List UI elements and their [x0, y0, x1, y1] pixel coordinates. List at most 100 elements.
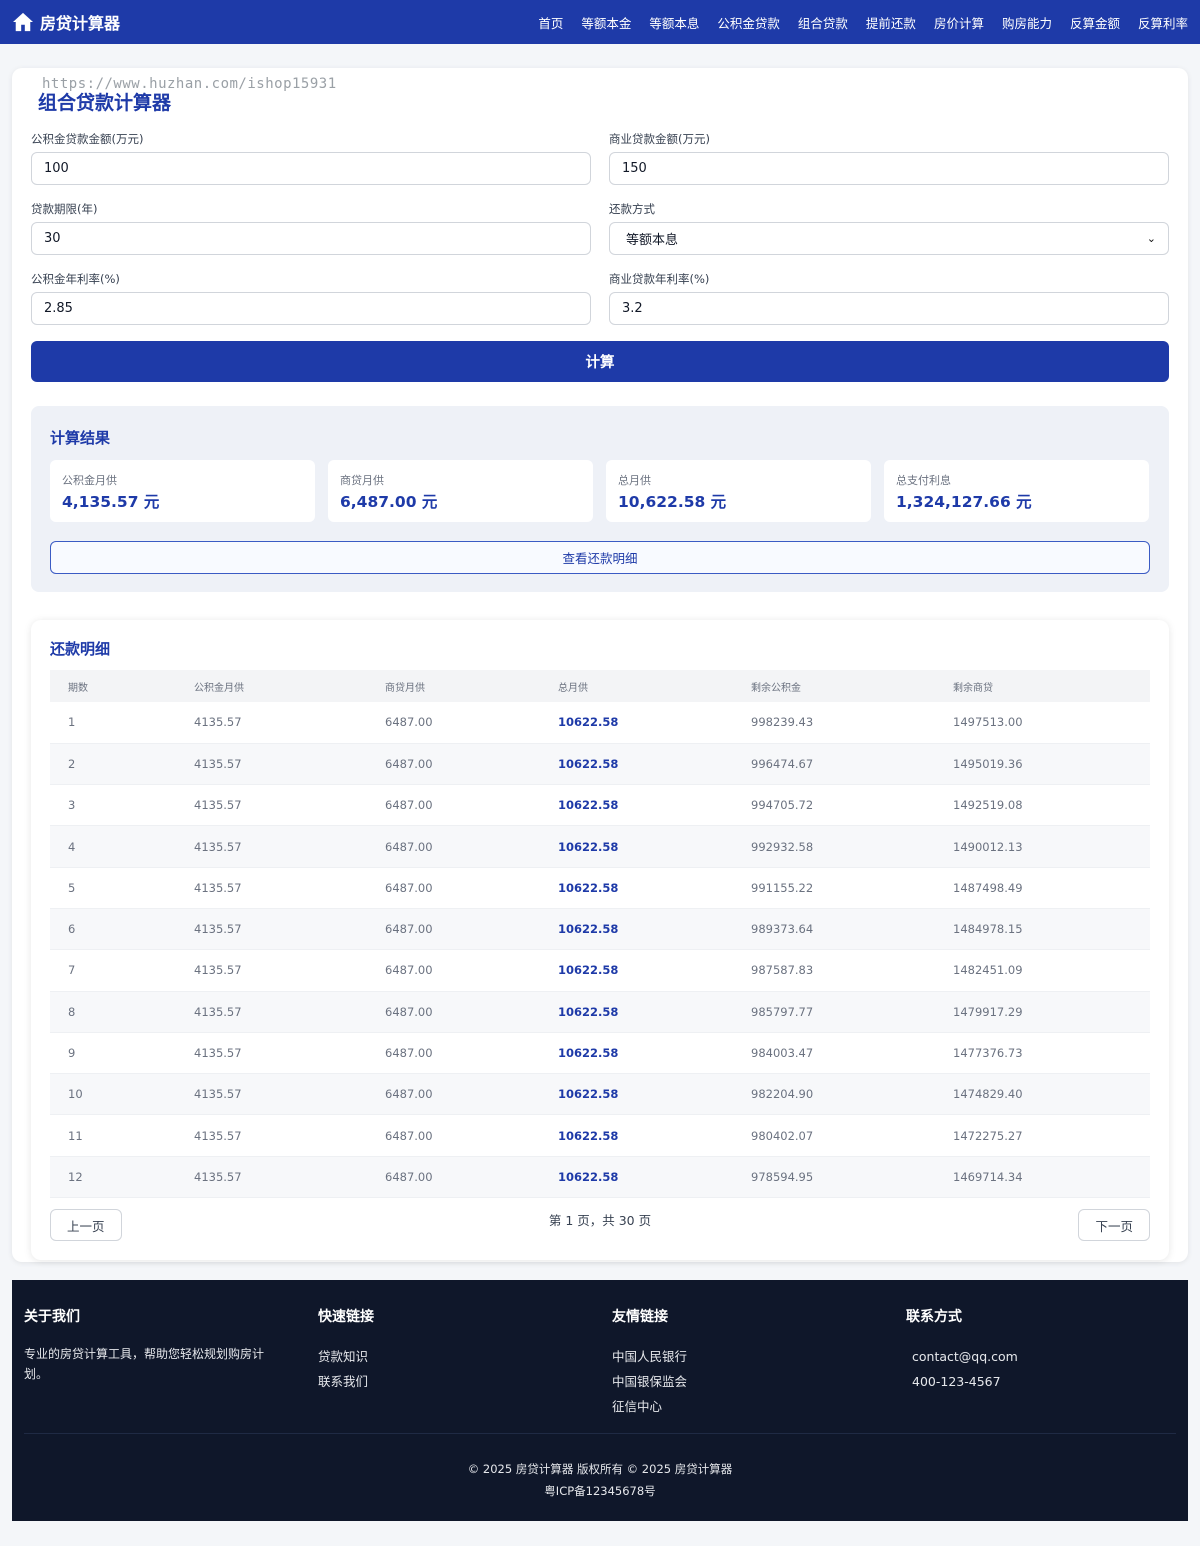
brand-name: 房贷计算器	[40, 14, 121, 33]
footer-contact-phone[interactable]: 400-123-4567	[906, 1369, 1166, 1394]
page-info: 第 1 页，共 30 页	[548, 1213, 652, 1228]
nav-link-reverse-amount[interactable]: 反算金额	[1061, 13, 1129, 32]
cell-remaining-fund: 978594.95	[751, 1169, 814, 1184]
nav-link-house-price[interactable]: 房价计算	[925, 13, 993, 32]
method-select[interactable]: 等额本息 ⌄	[609, 222, 1169, 255]
col-header-fund-monthly: 公积金月供	[194, 682, 244, 694]
next-page-button[interactable]: 下一页	[1078, 1209, 1150, 1241]
cell-fund-monthly: 4135.57	[194, 1128, 242, 1143]
col-header-remaining-fund: 剩余公积金	[751, 682, 801, 694]
fund-rate-input[interactable]: 2.85	[31, 292, 591, 325]
cell-total-monthly: 10622.58	[558, 798, 619, 813]
cell-period: 5	[68, 880, 76, 895]
cell-remaining-commercial: 1474829.40	[953, 1087, 1023, 1102]
cell-remaining-fund: 980402.07	[751, 1128, 814, 1143]
table-row: 12 4135.57 6487.00 10622.58 978594.95 1469714…	[50, 1156, 1150, 1198]
cell-period: 2	[68, 756, 76, 771]
footer-contact-email[interactable]: contact@qq.com	[906, 1344, 1166, 1369]
schedule-body: 1 4135.57 6487.00 10622.58 998239.43 1497513.…	[50, 702, 1150, 1198]
footer-link-loan-knowledge[interactable]: 贷款知识	[318, 1344, 578, 1369]
nav-link-home[interactable]: 首页	[529, 13, 572, 32]
fund-amount-input[interactable]: 100	[31, 152, 591, 185]
cell-fund-monthly: 4135.57	[194, 922, 242, 937]
nav-link-combined-loan[interactable]: 组合贷款	[789, 13, 857, 32]
stat-label: 总支付利息	[896, 474, 951, 487]
cell-commercial-monthly: 6487.00	[385, 1128, 433, 1143]
table-row: 2 4135.57 6487.00 10622.58 996474.67 1495019.…	[50, 743, 1150, 785]
cell-remaining-fund: 998239.43	[751, 715, 814, 730]
cell-remaining-fund: 987587.83	[751, 963, 814, 978]
results-panel: 计算结果 公积金月供 4,135.57 元 商贷月供 6,487.00 元 总月…	[31, 406, 1169, 592]
stat-value: 10,622.58 元	[618, 493, 727, 511]
col-header-remaining-commercial: 剩余商贷	[953, 682, 993, 694]
nav-link-reverse-rate[interactable]: 反算利率	[1129, 13, 1188, 32]
cell-commercial-monthly: 6487.00	[385, 715, 433, 730]
cell-remaining-fund: 992932.58	[751, 839, 814, 854]
page-title: 组合贷款计算器	[38, 92, 172, 114]
stat-value: 1,324,127.66 元	[896, 493, 1032, 511]
table-row: 5 4135.57 6487.00 10622.58 991155.22 1487498.…	[50, 867, 1150, 909]
table-row: 4 4135.57 6487.00 10622.58 992932.58 1490012.…	[50, 825, 1150, 868]
nav-link-equal-installment[interactable]: 等额本息	[640, 13, 708, 32]
cell-total-monthly: 10622.58	[558, 715, 619, 730]
view-details-button[interactable]: 查看还款明细	[50, 541, 1150, 574]
cell-remaining-commercial: 1492519.08	[953, 798, 1023, 813]
footer-about-text: 专业的房贷计算工具，帮助您轻松规划购房计划。	[24, 1347, 265, 1381]
nav-link-provident-fund[interactable]: 公积金贷款	[708, 13, 789, 32]
term-field: 贷款期限(年) 30	[31, 201, 591, 255]
cell-period: 6	[68, 922, 76, 937]
cell-total-monthly: 10622.58	[558, 880, 619, 895]
brand[interactable]: 房贷计算器	[12, 10, 120, 34]
cell-fund-monthly: 4135.57	[194, 756, 242, 771]
commercial-amount-label: 商业贷款金额(万元)	[609, 132, 710, 146]
commercial-rate-input[interactable]: 3.2	[609, 292, 1169, 325]
cell-remaining-fund: 985797.77	[751, 1004, 814, 1019]
commercial-amount-input[interactable]: 150	[609, 152, 1169, 185]
cell-remaining-commercial: 1477376.73	[953, 1046, 1023, 1061]
schedule-table: 期数 公积金月供 商贷月供 总月供 剩余公积金 剩余商贷 1 4135.57 648…	[50, 670, 1150, 1198]
cell-total-monthly: 10622.58	[558, 922, 619, 937]
calculate-button[interactable]: 计算	[31, 341, 1169, 382]
fund-amount-label: 公积金贷款金额(万元)	[31, 132, 144, 146]
term-input[interactable]: 30	[31, 222, 591, 255]
cell-total-monthly: 10622.58	[558, 839, 619, 854]
footer-link-pboc[interactable]: 中国人民银行	[612, 1344, 872, 1369]
footer-friend-title: 友情链接	[612, 1309, 668, 1325]
cell-remaining-commercial: 1472275.27	[953, 1128, 1023, 1143]
footer-quick-links: 快速链接 贷款知识 联系我们	[318, 1306, 578, 1394]
home-icon	[13, 12, 33, 32]
cell-commercial-monthly: 6487.00	[385, 756, 433, 771]
stat-label: 总月供	[618, 474, 651, 487]
stat-value: 6,487.00 元	[340, 493, 438, 511]
table-row: 3 4135.57 6487.00 10622.58 994705.72 1492519.…	[50, 785, 1150, 826]
footer-link-cbirc[interactable]: 中国银保监会	[612, 1369, 872, 1394]
commercial-rate-field: 商业贷款年利率(%) 3.2	[609, 271, 1169, 325]
cell-total-monthly: 10622.58	[558, 1087, 619, 1102]
footer: 关于我们 专业的房贷计算工具，帮助您轻松规划购房计划。 快速链接 贷款知识 联系…	[12, 1280, 1188, 1521]
cell-total-monthly: 10622.58	[558, 756, 619, 771]
cell-remaining-fund: 994705.72	[751, 798, 814, 813]
table-row: 6 4135.57 6487.00 10622.58 989373.64 1484978.…	[50, 908, 1150, 950]
cell-remaining-fund: 989373.64	[751, 922, 814, 937]
footer-link-credit-center[interactable]: 征信中心	[612, 1394, 872, 1419]
nav-link-affordability[interactable]: 购房能力	[993, 13, 1061, 32]
stat-total-monthly: 总月供 10,622.58 元	[606, 460, 871, 522]
cell-commercial-monthly: 6487.00	[385, 963, 433, 978]
nav-link-prepayment[interactable]: 提前还款	[857, 13, 925, 32]
cell-remaining-fund: 984003.47	[751, 1046, 814, 1061]
cell-fund-monthly: 4135.57	[194, 963, 242, 978]
footer-link-contact-us[interactable]: 联系我们	[318, 1369, 578, 1394]
nav-link-equal-principal[interactable]: 等额本金	[572, 13, 640, 32]
footer-copyright: © 2025 房贷计算器 版权所有 © 2025 房贷计算器 粤ICP备1234…	[12, 1458, 1188, 1502]
term-label: 贷款期限(年)	[31, 202, 98, 216]
stat-value: 4,135.57 元	[62, 493, 160, 511]
footer-contact-title: 联系方式	[906, 1309, 962, 1325]
col-header-total-monthly: 总月供	[558, 682, 588, 694]
results-title: 计算结果	[50, 429, 111, 447]
icp-text: 粤ICP备12345678号	[544, 1484, 656, 1498]
cell-fund-monthly: 4135.57	[194, 715, 242, 730]
cell-remaining-commercial: 1479917.29	[953, 1004, 1023, 1019]
cell-fund-monthly: 4135.57	[194, 880, 242, 895]
cell-remaining-fund: 996474.67	[751, 756, 814, 771]
copyright-text: © 2025 房贷计算器 版权所有 © 2025 房贷计算器	[467, 1462, 733, 1476]
